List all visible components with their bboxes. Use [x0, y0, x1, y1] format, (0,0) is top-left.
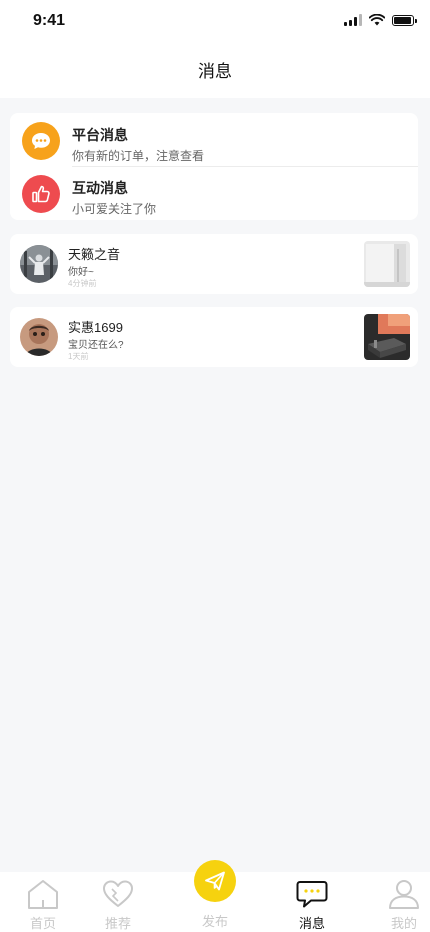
signal-icon: [344, 14, 362, 26]
nav-bar: 消息: [0, 44, 430, 98]
product-thumbnail: [364, 314, 410, 360]
home-icon: [28, 880, 58, 909]
platform-message-subtitle: 你有新的订单，注意查看: [72, 149, 205, 163]
wifi-icon: [369, 14, 385, 26]
battery-icon: [392, 14, 417, 26]
avatar: [20, 318, 58, 356]
status-time: 9:41: [33, 12, 66, 29]
divider: [72, 166, 418, 167]
tab-label: 消息: [298, 916, 325, 931]
tab-messages[interactable]: 消息: [269, 872, 355, 932]
page-title: 消息: [198, 62, 232, 81]
conversation-item[interactable]: 天籁之音 你好~ 4分钟前: [10, 234, 418, 294]
conversation-time: 1天前: [68, 352, 89, 361]
publish-label: 发布: [201, 914, 228, 929]
publish-button[interactable]: [194, 860, 236, 902]
avatar: [20, 245, 58, 283]
platform-message-title: 平台消息: [72, 127, 128, 143]
status-bar: 9:41: [0, 0, 430, 44]
tab-label: 推荐: [104, 916, 131, 931]
conversation-name: 实惠1699: [68, 320, 123, 335]
product-thumbnail: [364, 241, 410, 287]
tab-label: 首页: [29, 916, 56, 931]
thumbs-up-icon: [22, 175, 60, 213]
conversation-item[interactable]: 实惠1699 宝贝还在么? 1天前: [10, 307, 418, 367]
system-messages-card: 平台消息 你有新的订单，注意查看 互动消息 小可爱关注了你: [10, 113, 418, 220]
paper-plane-icon: [205, 871, 225, 891]
heart-icon: [103, 880, 133, 907]
tab-home[interactable]: 首页: [0, 872, 86, 932]
conversation-message: 宝贝还在么?: [68, 340, 124, 351]
conversation-time: 4分钟前: [68, 279, 97, 288]
conversation-message: 你好~: [68, 267, 94, 278]
interaction-message-subtitle: 小可爱关注了你: [72, 202, 157, 216]
interaction-message-item[interactable]: 互动消息 小可爱关注了你: [10, 168, 418, 220]
status-icons: [344, 14, 417, 26]
tab-profile[interactable]: 我的: [361, 872, 430, 932]
tab-recommend[interactable]: 推荐: [75, 872, 161, 932]
message-icon: [296, 881, 328, 908]
chat-bubble-icon: [22, 122, 60, 160]
platform-message-item[interactable]: 平台消息 你有新的订单，注意查看: [10, 115, 418, 167]
interaction-message-title: 互动消息: [72, 180, 128, 196]
tab-label: 我的: [390, 916, 417, 931]
conversation-name: 天籁之音: [68, 247, 121, 262]
user-icon: [389, 880, 419, 909]
